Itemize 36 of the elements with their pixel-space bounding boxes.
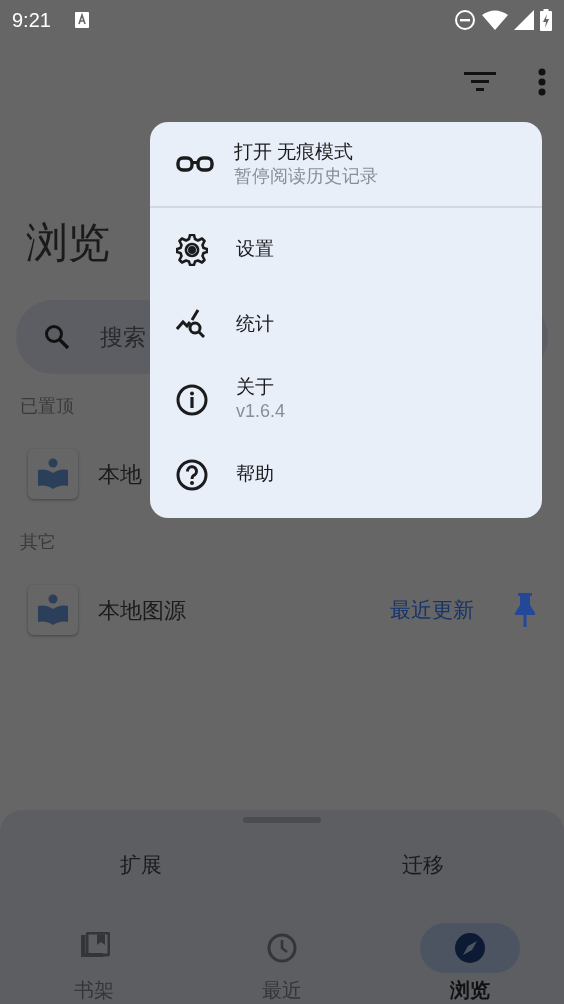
more-options-icon[interactable] — [538, 68, 546, 96]
book-reader-icon — [36, 457, 70, 491]
menu-label: 关于 — [236, 375, 275, 400]
menu-subtitle: v1.6.4 — [236, 400, 286, 424]
help-icon — [176, 458, 208, 491]
nav-item[interactable]: 浏览 — [376, 923, 564, 1004]
menu-item[interactable]: 统计 — [150, 287, 542, 362]
source-name[interactable]: 本地图源 — [98, 593, 186, 627]
menu-item[interactable]: 关于 v1.6.4 — [150, 362, 542, 437]
signal-icon — [514, 10, 534, 30]
compass-icon — [454, 932, 486, 964]
menu-label: 设置 — [236, 237, 274, 262]
info-icon — [176, 383, 208, 416]
filter-icon[interactable] — [464, 72, 496, 92]
book-reader-icon — [36, 593, 70, 627]
latest-link[interactable]: 最近更新 — [390, 594, 474, 626]
gear-icon — [176, 233, 208, 266]
sheet-tab[interactable]: 迁移 — [402, 831, 444, 899]
chart-search-icon — [176, 308, 208, 341]
glasses-icon — [176, 154, 214, 174]
clock-time: 9:21 — [12, 8, 51, 33]
source-name[interactable]: 本地 — [98, 457, 142, 491]
menu-label: 帮助 — [236, 462, 274, 487]
wifi-icon — [482, 10, 508, 30]
clock-icon — [266, 932, 298, 964]
menu-item[interactable]: 帮助 — [150, 437, 542, 512]
do-not-disturb-icon — [454, 9, 476, 31]
menu-item[interactable]: 设置 — [150, 212, 542, 287]
sheet-tab[interactable]: 扩展 — [120, 831, 162, 899]
menu-subtitle: 暂停阅读历史记录 — [234, 164, 378, 188]
search-icon — [44, 324, 70, 350]
page-title: 浏览 — [26, 218, 110, 268]
menu-label: 统计 — [236, 312, 274, 337]
battery-icon — [540, 9, 552, 31]
notification-icon — [74, 12, 89, 28]
menu-label: 打开 无痕模式 — [234, 139, 355, 164]
